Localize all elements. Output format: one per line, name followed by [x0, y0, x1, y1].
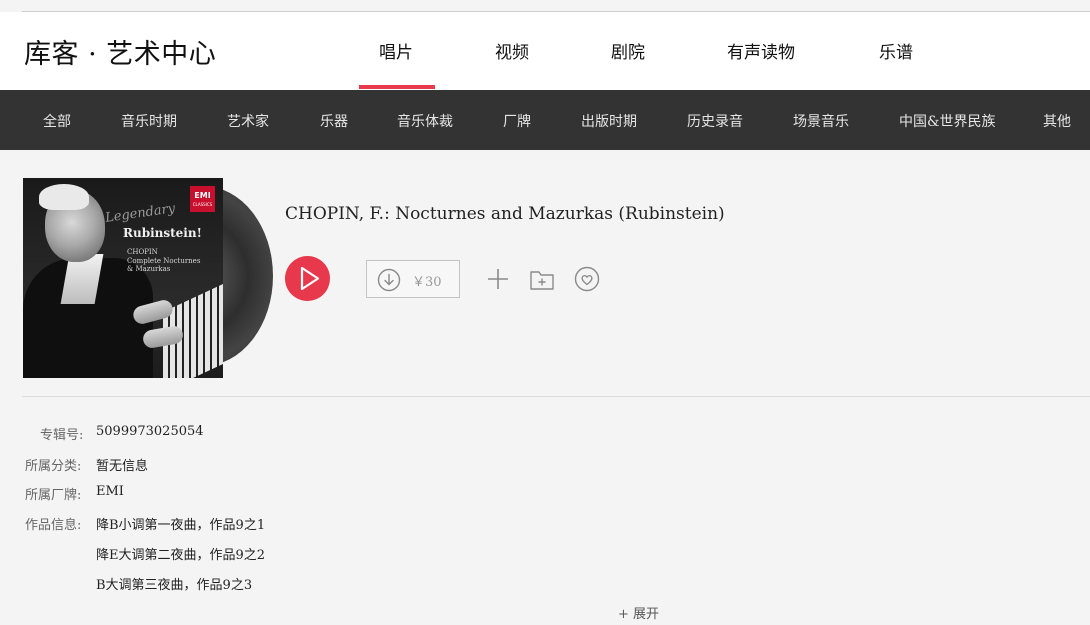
play-button[interactable]: [285, 256, 330, 301]
works-info-label: 作品信息:: [25, 518, 82, 533]
category-china-world[interactable]: 中国&世界民族: [899, 111, 995, 131]
work-item[interactable]: 降B小调第一夜曲，作品9之1: [96, 514, 265, 533]
album-number-value: 5099973025054: [96, 424, 204, 439]
cover-subtitle-1: Complete Nocturnes: [127, 257, 201, 265]
cover-art: Legendary Rubinstein! CHOPIN Complete No…: [23, 178, 223, 378]
album-cover[interactable]: Legendary Rubinstein! CHOPIN Complete No…: [23, 178, 273, 378]
category-all[interactable]: 全部: [43, 111, 71, 131]
nav-tab-theater[interactable]: 剧院: [611, 38, 645, 63]
album-number-label: 专辑号:: [40, 428, 84, 443]
cover-artist-name: Rubinstein!: [123, 226, 202, 240]
category-label[interactable]: 厂牌: [503, 111, 531, 131]
category-instrument[interactable]: 乐器: [320, 111, 348, 131]
plus-icon[interactable]: [484, 265, 512, 293]
content-divider: [22, 396, 1090, 397]
category-release-period[interactable]: 出版时期: [581, 111, 637, 131]
add-to-folder-icon[interactable]: [528, 265, 556, 293]
category-scene-music[interactable]: 场景音乐: [793, 111, 849, 131]
main-nav: 唱片 视频 剧院 有声读物 乐谱: [0, 12, 1090, 90]
category-artist[interactable]: 艺术家: [227, 111, 269, 131]
price-label: ￥30: [412, 275, 442, 290]
nav-tab-videos[interactable]: 视频: [495, 38, 529, 63]
emi-logo-subtext: CLASSICS: [192, 202, 213, 207]
nav-tab-audiobooks[interactable]: 有声读物: [727, 38, 795, 63]
work-item[interactable]: 降E大调第二夜曲，作品9之2: [96, 544, 265, 563]
album-title: CHOPIN, F.: Nocturnes and Mazurkas (Rubi…: [285, 204, 725, 224]
category-info-label: 所属分类:: [25, 459, 82, 474]
category-info-value: 暂无信息: [96, 459, 149, 474]
work-item[interactable]: B大调第三夜曲，作品9之3: [96, 574, 252, 593]
expand-button[interactable]: + 展开: [618, 603, 659, 622]
emi-logo-text: EMI: [194, 191, 211, 200]
record-label-value[interactable]: EMI: [96, 484, 124, 499]
category-genre[interactable]: 音乐体裁: [397, 111, 453, 131]
site-header: 库客 · 艺术中心 唱片 视频 剧院 有声读物 乐谱: [0, 12, 1090, 90]
download-icon: [377, 268, 401, 292]
category-bar: 全部 音乐时期 艺术家 乐器 音乐体裁 厂牌 出版时期 历史录音 场景音乐 中国…: [0, 90, 1090, 150]
play-icon: [300, 266, 320, 291]
download-button[interactable]: ￥30: [366, 260, 460, 298]
heart-icon[interactable]: [573, 265, 601, 293]
nav-tab-sheet-music[interactable]: 乐谱: [879, 38, 913, 63]
nav-tab-records[interactable]: 唱片: [379, 38, 413, 63]
cover-composer: CHOPIN: [127, 248, 158, 256]
category-period[interactable]: 音乐时期: [121, 111, 177, 131]
emi-logo: EMI CLASSICS: [190, 186, 215, 212]
cover-figure-hair: [39, 184, 89, 210]
record-label-label: 所属厂牌:: [25, 488, 82, 503]
category-historical[interactable]: 历史录音: [687, 111, 743, 131]
cover-legendary-text: Legendary: [104, 201, 177, 226]
category-other[interactable]: 其他: [1043, 111, 1071, 131]
cover-subtitle-2: & Mazurkas: [127, 265, 171, 273]
active-tab-underline: [359, 85, 435, 89]
